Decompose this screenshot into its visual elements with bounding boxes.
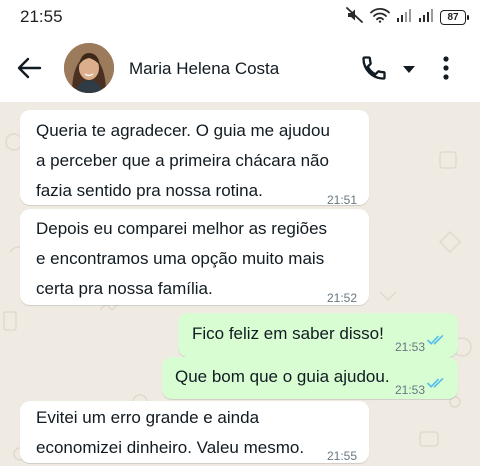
phone-icon [362,56,386,80]
menu-button[interactable] [436,54,456,82]
message-incoming[interactable]: Depois eu comparei melhor as regiões e e… [20,209,369,305]
caret-down-icon [403,66,415,73]
status-time: 21:55 [20,7,63,26]
message-time: 21:53 [395,383,426,397]
double-check-read-icon [427,335,444,345]
message-text: Queria te agradecer. O guia me ajudou a … [36,121,330,200]
avatar[interactable] [64,43,114,93]
message-incoming[interactable]: Evitei um erro grande e ainda economizei… [20,401,369,463]
back-button[interactable] [14,54,44,82]
message-text: Evitei um erro grande e ainda economizei… [36,408,305,457]
message-text: Que bom que o guia ajudou. [175,367,390,386]
message-text: Depois eu comparei melhor as regiões e e… [36,219,328,298]
message-incoming[interactable]: Queria te agradecer. O guia me ajudou a … [20,110,369,207]
signal-icon [418,8,434,27]
signal-icon [396,8,412,27]
message-text: Fico feliz em saber disso! [192,324,384,343]
double-check-read-icon [427,378,444,388]
call-dropdown-button[interactable] [401,62,417,74]
arrow-left-icon [17,57,42,79]
message-time: 21:52 [327,291,358,305]
wifi-icon [370,7,390,28]
message-time: 21:55 [327,449,358,463]
status-icons: 87 [346,6,469,28]
status-bar: 21:55 87 [0,0,480,34]
chat-area[interactable]: Queria te agradecer. O guia me ajudou a … [0,102,480,466]
contact-name[interactable]: Maria Helena Costa [129,59,279,79]
message-outgoing[interactable]: Fico feliz em saber disso! 21:53 [178,313,458,357]
mute-icon [346,6,364,28]
battery-icon: 87 [440,9,469,25]
call-button[interactable] [360,54,392,82]
more-vertical-icon [443,56,449,80]
message-outgoing[interactable]: Que bom que o guia ajudou. 21:53 [162,357,458,399]
chat-header: Maria Helena Costa [0,34,480,102]
